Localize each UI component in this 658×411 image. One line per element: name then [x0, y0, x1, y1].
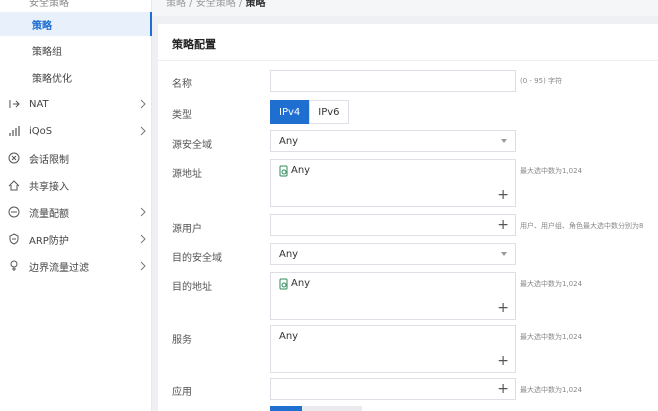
- sidebar-item-nat[interactable]: NAT: [0, 92, 152, 116]
- src-zone-select[interactable]: Any: [270, 130, 516, 152]
- sidebar-item-label: 会话限制: [29, 154, 69, 166]
- sidebar-item-arp-protection[interactable]: ARP防护: [0, 227, 152, 251]
- dropdown-arrow-icon: [501, 252, 507, 256]
- service-label: 服务: [172, 335, 192, 346]
- src-addr-label: 源地址: [172, 169, 202, 180]
- sidebar-item-label: 共享接入: [29, 181, 69, 193]
- sidebar-item-traffic-quota[interactable]: 流量配额: [0, 200, 152, 224]
- chevron-right-icon: [140, 126, 146, 136]
- divider: [158, 60, 658, 61]
- sidebar-item-session-limit[interactable]: 会话限制: [0, 146, 152, 170]
- session-limit-icon: [8, 152, 20, 164]
- policy-config-panel: 策略配置 名称 (0 - 95) 字符 类型 IPv4 IPv6 源安全域 An…: [158, 24, 658, 411]
- sidebar-item-label: 边界流量过滤: [29, 262, 89, 274]
- sidebar-item-label: 策略: [32, 20, 52, 32]
- breadcrumb-current: 策略: [245, 0, 266, 9]
- sidebar-item-policy-group[interactable]: 策略组: [0, 38, 152, 62]
- add-src-addr-button[interactable]: +: [497, 188, 509, 202]
- chevron-right-icon: [140, 234, 146, 244]
- dropdown-arrow-icon: [501, 139, 507, 143]
- service-box[interactable]: Any +: [270, 325, 516, 373]
- page-title: 策略配置: [172, 38, 216, 51]
- nat-icon: [8, 98, 20, 110]
- qos-icon: [8, 125, 20, 137]
- src-zone-label: 源安全域: [172, 140, 212, 151]
- src-user-label: 源用户: [172, 224, 202, 235]
- traffic-quota-icon: [8, 206, 20, 218]
- sidebar-item-policy-optimize[interactable]: 策略优化: [0, 65, 152, 89]
- ip-type-toggle: IPv4 IPv6: [270, 100, 349, 124]
- chevron-right-icon: [140, 261, 146, 271]
- sidebar-group-label: 安全策略: [29, 0, 69, 8]
- sidebar-item-policy[interactable]: 策略: [0, 12, 152, 36]
- add-src-user-button[interactable]: +: [497, 218, 509, 232]
- address-object-icon: [279, 278, 289, 290]
- sidebar: 安全策略 策略 策略组 策略优化 NAT iQoS 会话限制 共享接入 流量配额…: [0, 0, 152, 411]
- name-label: 名称: [172, 79, 192, 90]
- top-bar: 策略 / 安全策略 / 策略: [152, 0, 658, 16]
- service-hint: 最大选中数为1,024: [520, 333, 583, 341]
- dst-addr-value: Any: [291, 278, 311, 289]
- sidebar-group-security-policy[interactable]: 安全策略: [0, 0, 152, 8]
- sidebar-item-label: iQoS: [29, 125, 53, 137]
- sidebar-item-shared-access[interactable]: 共享接入: [0, 173, 152, 197]
- app-label: 应用: [172, 387, 192, 398]
- name-hint: (0 - 95) 字符: [520, 77, 563, 85]
- add-app-button[interactable]: +: [497, 382, 509, 396]
- shield-icon: [8, 233, 20, 245]
- address-object-icon: [279, 165, 289, 177]
- src-addr-value: Any: [291, 165, 311, 176]
- sidebar-item-label: 策略组: [32, 46, 62, 58]
- sidebar-item-label: 策略优化: [32, 73, 72, 85]
- name-input[interactable]: [270, 70, 516, 92]
- chevron-right-icon: [140, 99, 146, 109]
- dst-zone-label: 目的安全域: [172, 253, 222, 264]
- sidebar-item-iqos[interactable]: iQoS: [0, 119, 152, 143]
- app-window: 安全策略 策略 策略组 策略优化 NAT iQoS 会话限制 共享接入 流量配额…: [0, 0, 658, 411]
- app-hint: 最大选中数为1,024: [520, 386, 583, 394]
- chevron-right-icon: [140, 207, 146, 217]
- sidebar-item-label: 流量配额: [29, 208, 69, 220]
- next-section-toggle-on[interactable]: [270, 406, 302, 411]
- app-box[interactable]: +: [270, 378, 516, 400]
- ipv4-option[interactable]: IPv4: [270, 100, 310, 124]
- ipv6-option[interactable]: IPv6: [309, 100, 349, 124]
- shared-access-icon: [8, 179, 20, 191]
- src-zone-value: Any: [279, 136, 299, 147]
- dst-zone-value: Any: [279, 249, 299, 260]
- add-dst-addr-button[interactable]: +: [497, 301, 509, 315]
- src-user-hint: 用户、用户组、角色最大选中数分别为8: [520, 222, 644, 230]
- src-user-box[interactable]: +: [270, 214, 516, 236]
- service-value: Any: [279, 331, 299, 342]
- src-addr-hint: 最大选中数为1,024: [520, 167, 583, 175]
- src-addr-box[interactable]: Any +: [270, 159, 516, 207]
- add-service-button[interactable]: +: [497, 354, 509, 368]
- sidebar-item-label: ARP防护: [29, 235, 69, 247]
- breadcrumb: 策略 / 安全策略 / 策略: [166, 0, 265, 9]
- type-label: 类型: [172, 110, 192, 121]
- sidebar-item-label: NAT: [29, 98, 49, 110]
- dst-addr-label: 目的地址: [172, 282, 212, 293]
- dst-addr-box[interactable]: Any +: [270, 272, 516, 320]
- next-section-toggle-off[interactable]: [302, 406, 362, 411]
- dst-zone-select[interactable]: Any: [270, 243, 516, 265]
- filter-icon: [8, 260, 20, 272]
- dst-addr-hint: 最大选中数为1,024: [520, 280, 583, 288]
- breadcrumb-path[interactable]: 策略 / 安全策略 /: [166, 0, 245, 9]
- sidebar-item-border-filter[interactable]: 边界流量过滤: [0, 254, 152, 278]
